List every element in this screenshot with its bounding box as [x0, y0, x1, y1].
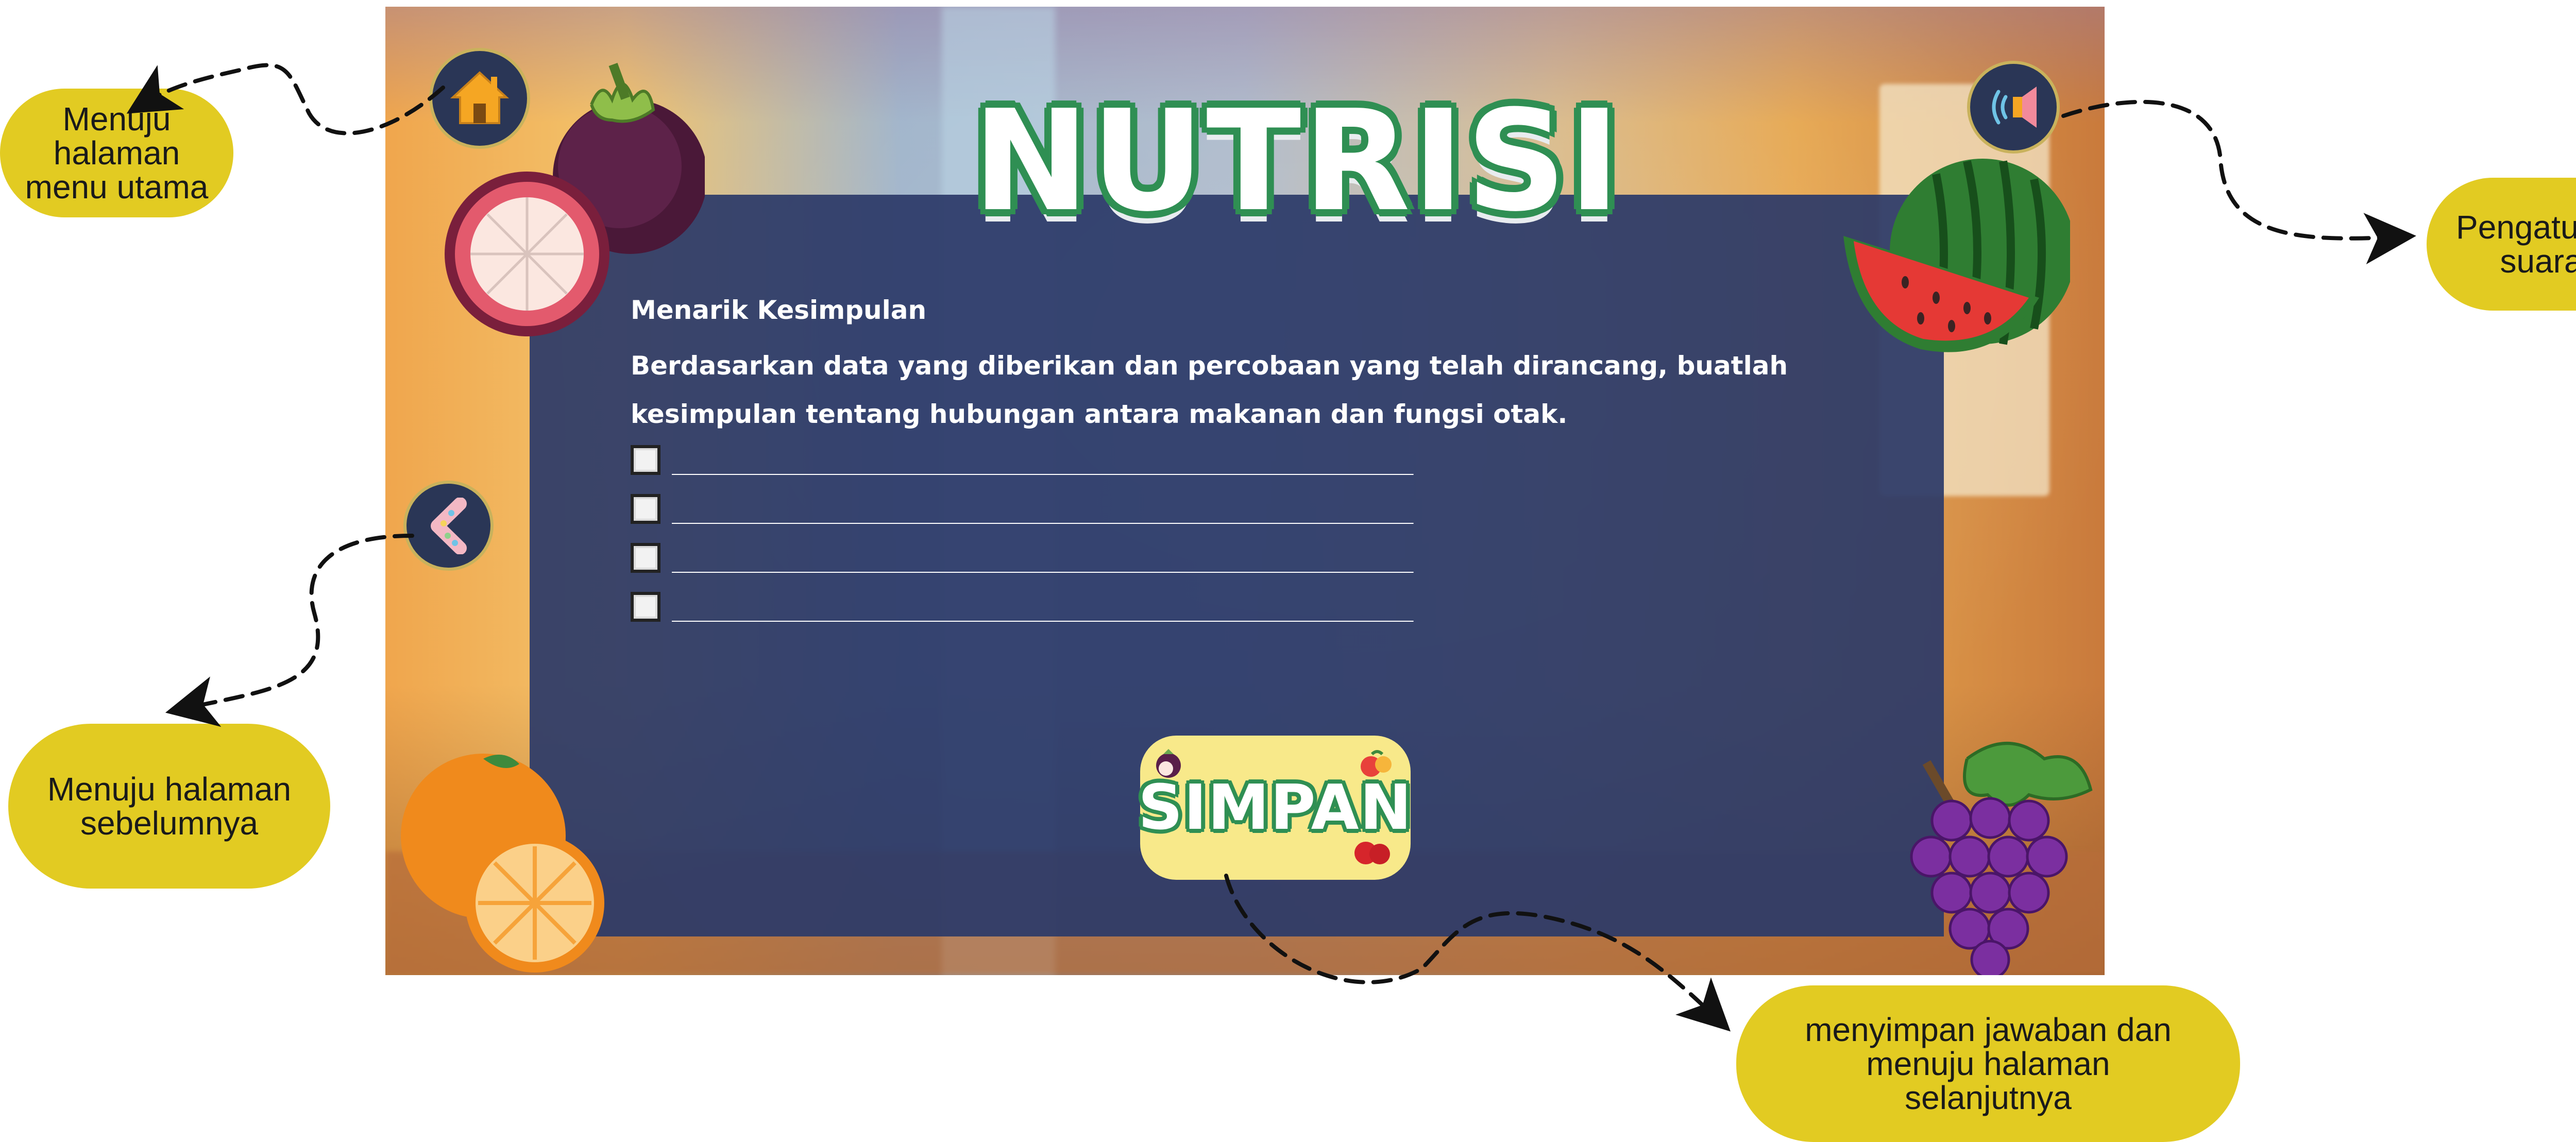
arrow-home: [126, 63, 445, 135]
annotation-arrows: [126, 63, 2416, 1032]
arrow-back: [165, 534, 414, 727]
arrow-sound: [2061, 99, 2416, 265]
arrow-save: [1224, 874, 1731, 1032]
